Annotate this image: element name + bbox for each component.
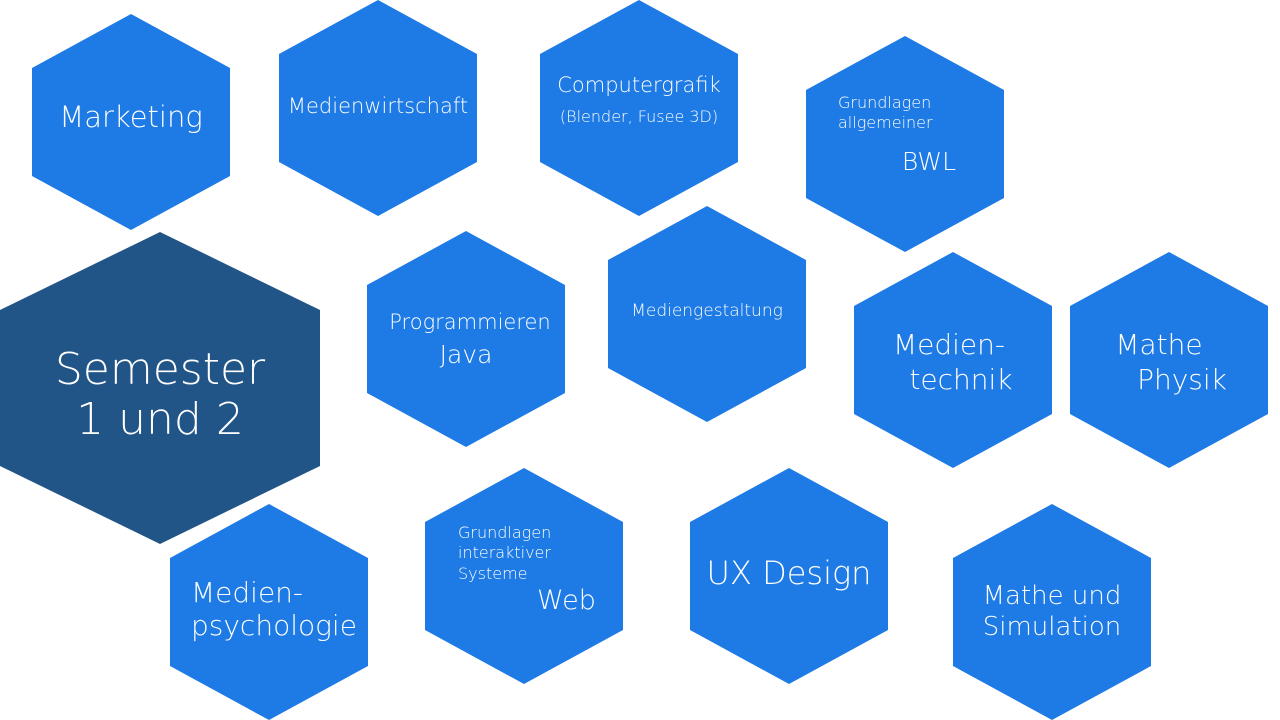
mathe-simulation-label-line1: Mathe und bbox=[982, 581, 1122, 611]
programmieren-label-line1: Programmieren bbox=[389, 310, 551, 334]
hex-mathe-physik: Mathe Physik bbox=[1070, 252, 1268, 468]
web-label-line1: Grundlagen bbox=[458, 523, 552, 542]
bwl-label-line3: BWL bbox=[901, 147, 957, 176]
mediengestaltung-label: Mediengestaltung bbox=[631, 301, 783, 321]
hex-mediengestaltung: Mediengestaltung bbox=[608, 206, 806, 422]
semester-label-line2: 1 und 2 bbox=[76, 394, 244, 445]
medientechnik-label-line1: Medien- bbox=[892, 328, 1005, 361]
hex-medienpsychologie: Medien- psychologie bbox=[170, 504, 368, 720]
bwl-label-line1: Grundlagen bbox=[838, 93, 932, 112]
web-label-line2: interaktiver bbox=[458, 543, 551, 562]
medienpsychologie-label-line2: psychologie bbox=[191, 609, 357, 642]
mathe-physik-label-line2: Physik bbox=[1137, 363, 1227, 396]
web-label-line4: Web bbox=[537, 585, 596, 616]
medienwirtschaft-label: Medienwirtschaft bbox=[287, 94, 469, 118]
computergrafik-title: Computergrafik bbox=[557, 73, 721, 97]
ux-design-label: UX Design bbox=[706, 554, 872, 592]
hex-programmieren: Programmieren Java bbox=[367, 231, 565, 447]
bwl-label-line2: allgemeiner bbox=[838, 113, 933, 132]
semester-label-line1: Semester bbox=[54, 344, 266, 395]
hex-semester: Semester 1 und 2 bbox=[0, 232, 320, 544]
hexagon-diagram: Semester 1 und 2 Marketing Medienwirtsch… bbox=[0, 0, 1280, 720]
medienpsychologie-label-line1: Medien- bbox=[191, 576, 304, 609]
hex-bwl: Grundlagen allgemeiner BWL bbox=[806, 36, 1004, 252]
programmieren-label-line2: Java bbox=[439, 340, 493, 369]
mathe-simulation-label-line2: Simulation bbox=[982, 612, 1122, 642]
medientechnik-label-line2: technik bbox=[909, 363, 1013, 396]
hex-medienwirtschaft: Medienwirtschaft bbox=[279, 0, 477, 216]
marketing-label: Marketing bbox=[59, 100, 203, 134]
hex-mathe-simulation: Mathe und Simulation bbox=[953, 504, 1151, 720]
hex-computergrafik: Computergrafik (Blender, Fusee 3D) bbox=[540, 0, 738, 216]
hex-medientechnik: Medien- technik bbox=[854, 252, 1052, 468]
web-label-line3: Systeme bbox=[458, 564, 528, 583]
hex-marketing: Marketing bbox=[32, 14, 230, 230]
computergrafik-subtitle: (Blender, Fusee 3D) bbox=[559, 107, 719, 126]
hex-web: Grundlagen interaktiver Systeme Web bbox=[425, 468, 623, 684]
mathe-physik-label-line1: Mathe bbox=[1115, 328, 1203, 361]
hex-ux-design: UX Design bbox=[690, 468, 888, 684]
